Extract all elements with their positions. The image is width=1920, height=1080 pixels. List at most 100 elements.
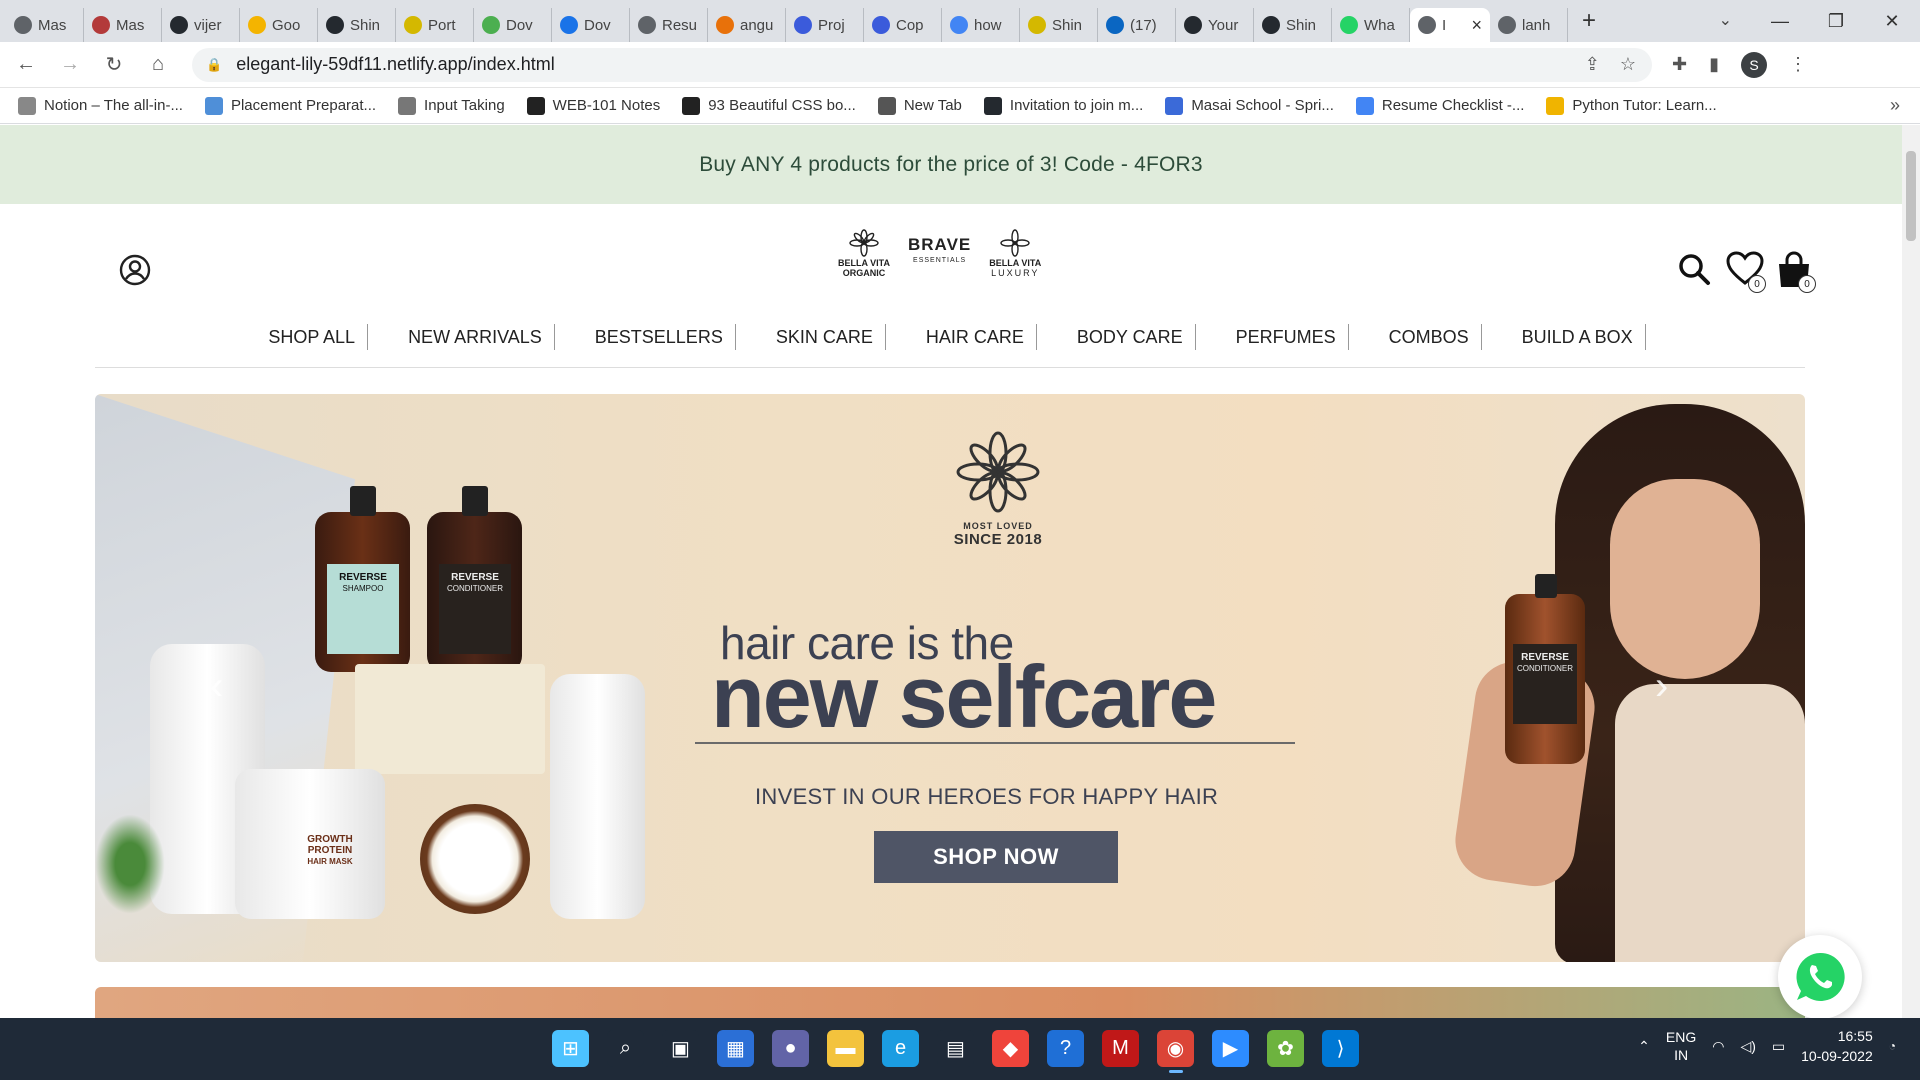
tray-overflow-icon[interactable]: ⌃: [1638, 1038, 1650, 1055]
chrome-menu-icon[interactable]: ⋮: [1789, 54, 1807, 75]
tab-title: Mas: [116, 16, 145, 34]
menu-item-combos[interactable]: COMBOS: [1349, 324, 1482, 350]
bella-vita-luxury-logo[interactable]: BELLA VITA LUXURY: [989, 228, 1041, 278]
taskbar-windows-start-icon[interactable]: ⊞: [552, 1030, 589, 1067]
carousel-next-icon[interactable]: ›: [1655, 664, 1668, 709]
browser-tab[interactable]: I ×: [1410, 8, 1490, 42]
forward-icon[interactable]: →: [52, 53, 88, 76]
notification-icon[interactable]: ◔: [1889, 1039, 1896, 1053]
browser-tab[interactable]: Your: [1176, 8, 1254, 42]
bookmark-item[interactable]: Masai School - Spri...: [1165, 96, 1334, 115]
taskbar-spring-tool-icon[interactable]: ✿: [1267, 1030, 1304, 1067]
browser-tab[interactable]: Shin: [1020, 8, 1098, 42]
taskbar-anydesk-icon[interactable]: ◆: [992, 1030, 1029, 1067]
label-text: CONDITIONER: [447, 584, 503, 593]
battery-icon[interactable]: ▭: [1772, 1038, 1785, 1055]
menu-item-skin-care[interactable]: SKIN CARE: [736, 324, 886, 350]
back-icon[interactable]: ←: [8, 53, 44, 76]
page-scrollbar[interactable]: [1902, 125, 1920, 1018]
menu-item-shop-all[interactable]: SHOP ALL: [256, 324, 369, 350]
tab-close-icon[interactable]: ×: [1471, 15, 1482, 36]
bookmark-item[interactable]: Resume Checklist -...: [1355, 96, 1524, 115]
browser-tab[interactable]: Proj: [786, 8, 864, 42]
menu-item-bestsellers[interactable]: BESTSELLERS: [555, 324, 736, 350]
taskbar-widgets-icon[interactable]: ▦: [717, 1030, 754, 1067]
volume-icon[interactable]: ◁): [1740, 1038, 1755, 1055]
browser-tab[interactable]: Mas: [84, 8, 162, 42]
extensions-icon[interactable]: ✚: [1672, 54, 1687, 75]
language-indicator[interactable]: ENG IN: [1666, 1028, 1696, 1064]
bookmark-item[interactable]: 93 Beautiful CSS bo...: [682, 96, 856, 115]
browser-tab[interactable]: angu: [708, 8, 786, 42]
restore-icon[interactable]: ❐: [1808, 11, 1864, 32]
bookmark-star-icon[interactable]: ☆: [1620, 54, 1636, 75]
menu-item-new-arrivals[interactable]: NEW ARRIVALS: [368, 324, 555, 350]
menu-item-build-a-box[interactable]: BUILD A BOX: [1482, 324, 1646, 350]
scrollbar-thumb[interactable]: [1906, 151, 1916, 241]
bookmarks-overflow-icon[interactable]: »: [1890, 95, 1900, 116]
url-bar[interactable]: 🔒 elegant-lily-59df11.netlify.app/index.…: [192, 47, 1652, 82]
taskbar-teams-chat-icon[interactable]: ●: [772, 1030, 809, 1067]
browser-tab[interactable]: Wha: [1332, 8, 1410, 42]
bookmark-item[interactable]: Notion – The all-in-...: [18, 96, 183, 115]
wishlist-button[interactable]: 0: [1726, 251, 1766, 293]
taskbar-search-icon[interactable]: ⌕: [607, 1030, 644, 1067]
reload-icon[interactable]: ↻: [96, 52, 132, 77]
browser-tab[interactable]: Goo: [240, 8, 318, 42]
lock-icon[interactable]: 🔒: [206, 57, 222, 73]
bookmark-item[interactable]: Python Tutor: Learn...: [1546, 96, 1717, 115]
browser-tab[interactable]: (17): [1098, 8, 1176, 42]
search-icon[interactable]: [1676, 251, 1712, 287]
bookmark-label: Placement Preparat...: [230, 97, 377, 114]
minimize-icon[interactable]: —: [1752, 11, 1808, 32]
brave-essentials-logo[interactable]: BRAVE ESSENTIALS: [908, 236, 971, 269]
new-tab-icon[interactable]: +: [1582, 7, 1596, 35]
taskbar-vscode-icon[interactable]: ⟩: [1322, 1030, 1359, 1067]
browser-tab[interactable]: Dov: [552, 8, 630, 42]
browser-tab[interactable]: Shin: [318, 8, 396, 42]
browser-tab[interactable]: how: [942, 8, 1020, 42]
browser-tab[interactable]: Port: [396, 8, 474, 42]
close-window-icon[interactable]: ✕: [1864, 11, 1920, 32]
browser-tab[interactable]: Shin: [1254, 8, 1332, 42]
taskbar-help-icon[interactable]: ?: [1047, 1030, 1084, 1067]
taskbar-edge-icon[interactable]: e: [882, 1030, 919, 1067]
taskbar-store-icon[interactable]: ▤: [937, 1030, 974, 1067]
side-panel-icon[interactable]: ▮: [1709, 54, 1719, 75]
taskbar-file-explorer-icon[interactable]: ▬: [827, 1030, 864, 1067]
browser-tab[interactable]: Cop: [864, 8, 942, 42]
menu-item-hair-care[interactable]: HAIR CARE: [886, 324, 1037, 350]
home-icon[interactable]: ⌂: [140, 53, 176, 76]
shop-now-button[interactable]: SHOP NOW: [874, 831, 1118, 883]
taskbar-zoom-icon[interactable]: ▶: [1212, 1030, 1249, 1067]
menu-item-body-care[interactable]: BODY CARE: [1037, 324, 1196, 350]
browser-tab[interactable]: Mas: [6, 8, 84, 42]
browser-tab[interactable]: lanh: [1490, 8, 1568, 42]
carousel-prev-icon[interactable]: ‹: [210, 664, 223, 709]
tab-search-icon[interactable]: ⌄: [1719, 10, 1732, 30]
bookmark-item[interactable]: Placement Preparat...: [204, 96, 377, 115]
bookmark-item[interactable]: Input Taking: [398, 96, 505, 115]
browser-tab[interactable]: Dov: [474, 8, 552, 42]
clock[interactable]: 16:55 10-09-2022: [1801, 1026, 1873, 1066]
taskbar-task-view-icon[interactable]: ▣: [662, 1030, 699, 1067]
browser-tab[interactable]: vijer: [162, 8, 240, 42]
hero-carousel[interactable]: REVERSE SHAMPOO REVERSE CONDITIONER GROWTH…: [95, 394, 1805, 962]
menu-item-perfumes[interactable]: PERFUMES: [1196, 324, 1349, 350]
browser-tab[interactable]: Resu: [630, 8, 708, 42]
bookmark-item[interactable]: WEB-101 Notes: [526, 96, 660, 115]
bookmark-item[interactable]: Invitation to join m...: [983, 96, 1143, 115]
cart-button[interactable]: 0: [1776, 251, 1816, 293]
brand-logos[interactable]: BELLA VITA ORGANIC BRAVE ESSENTIALS BELLA…: [838, 228, 1041, 278]
cart-count-badge: 0: [1798, 275, 1816, 293]
whatsapp-chat-button[interactable]: [1778, 935, 1862, 1018]
taskbar-mcafee-icon[interactable]: M: [1102, 1030, 1139, 1067]
clock-date: 10-09-2022: [1801, 1048, 1873, 1064]
share-icon[interactable]: ⇪: [1585, 54, 1600, 75]
profile-avatar[interactable]: S: [1741, 51, 1767, 78]
bella-vita-organic-logo[interactable]: BELLA VITA ORGANIC: [838, 228, 890, 278]
taskbar-chrome-icon[interactable]: ◉: [1157, 1030, 1194, 1073]
wifi-icon[interactable]: ◠: [1712, 1038, 1724, 1055]
account-icon[interactable]: [119, 254, 151, 286]
bookmark-item[interactable]: New Tab: [877, 96, 962, 115]
